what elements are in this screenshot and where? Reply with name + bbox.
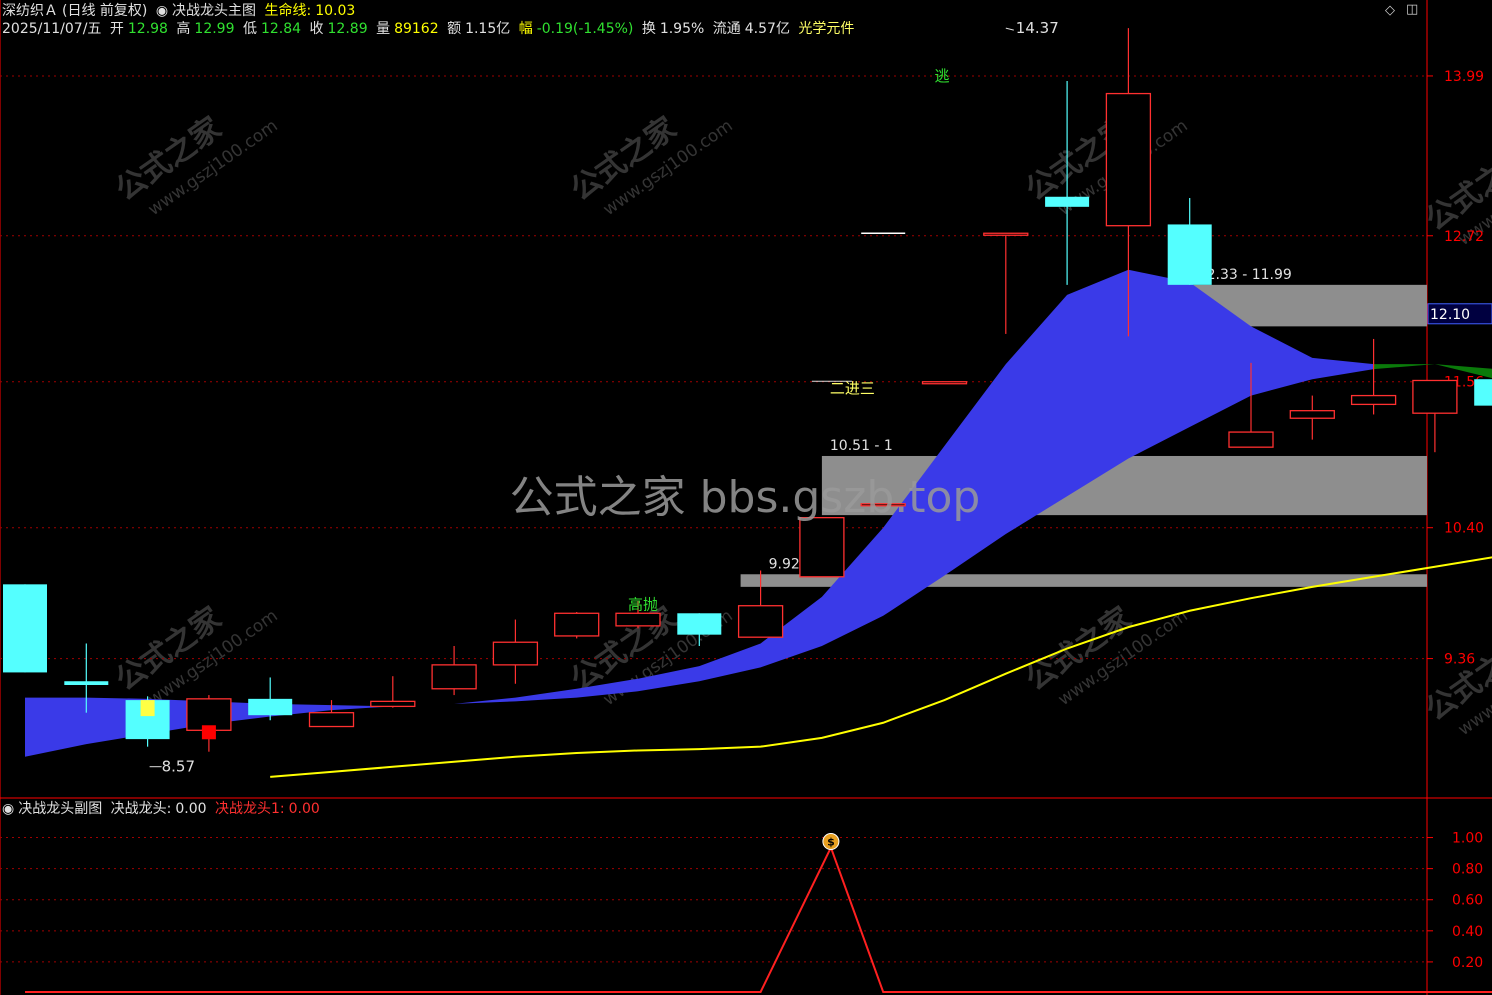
main-tick-label: 13.99 [1444,69,1484,85]
series1-value: 0.00 [175,801,207,817]
sector-label[interactable]: 光学元件 [798,21,854,37]
main-tick-label: 12.72 [1444,229,1484,245]
low-label: 低 [242,21,257,37]
range-label: 幅 [518,21,533,37]
signal-square-yellow [140,700,155,717]
chart-annotation: 14.37 [1016,19,1059,37]
low-value: 12.84 [260,21,302,37]
close-value: 12.89 [327,21,368,37]
watermark-tile: 公式之家www.gszj100.com [109,111,281,220]
amount-label: 额 [447,21,462,37]
close-label: 收 [309,21,324,37]
stock-name[interactable]: 深纺织Ａ [2,3,58,19]
current-price-label: 12.10 [1430,307,1470,323]
main-indicator-name[interactable]: 决战龙头主图 [172,3,256,19]
high-value: 12.99 [194,21,235,37]
candle-body [1350,394,1397,406]
sub-tick-label: 0.20 [1452,955,1483,971]
candle-body [370,700,416,708]
sub-tick-label: 0.60 [1452,893,1483,909]
sub-tick-label: 0.40 [1452,924,1483,940]
candle-body [1289,410,1335,419]
watermark-tile: 公式之家www.gszj100.com [564,111,736,220]
range-value: -0.19(-1.45%) [536,21,634,37]
money-bag-symbol: $ [827,836,835,849]
chart-annotation: 二进三 [830,379,875,397]
diamond-icon[interactable]: ◇ [1385,3,1395,18]
float-label: 流通 [712,21,741,37]
candle-body [737,605,784,638]
candle-body [248,698,293,716]
chart-annotation: 逃 [935,67,950,85]
candle-body [431,664,477,690]
candle-body [921,381,968,385]
signal-square-red [201,725,216,740]
high-marker [1005,27,1014,31]
candle-body [615,612,661,627]
sub-tick-label: 1.00 [1452,831,1483,847]
series1-label: 决战龙头: [110,801,172,817]
series2-value: 0.00 [288,801,320,817]
zone-label: 12.33 - 11.99 [1198,267,1292,283]
sub-indicator-name[interactable]: 决战龙头副图 [18,801,102,817]
center-watermark: 公式之家 bbs.gszb.top [510,472,981,523]
candle-body [64,681,109,686]
window-toggle-icon[interactable]: ◫ [1406,2,1418,17]
candle-body [1412,379,1458,414]
period-label[interactable]: (日线 前复权) [62,3,147,19]
candle-body [1045,196,1090,207]
watermark-tile: 公式之家www.gszj100.com [1419,631,1492,740]
amount-value: 1.15亿 [465,21,511,37]
sub-signal-line [25,844,1492,993]
candle-body [799,516,845,578]
candle-body [1228,431,1274,448]
candle-body [1167,224,1212,285]
candle-body [3,584,47,673]
volume-value: 89162 [394,21,439,37]
high-label: 高 [176,21,191,37]
sub-header: ◉ 决战龙头副图 决战龙头: 0.00 决战龙头1: 0.00 [2,800,324,818]
volume-label: 量 [376,21,391,37]
series2-label: 决战龙头1: [215,801,285,817]
chart-annotation: 8.57 [162,758,195,776]
candle-body [1105,92,1152,227]
candle-body [308,712,355,728]
candle-body [554,612,600,637]
chart-annotation: 高抛 [628,596,658,614]
sub-indicator-toggle-icon[interactable]: ◉ [2,801,14,817]
watermark-tile: 公式之家www.gszj100.com [1019,601,1191,710]
quote-date: 2025/11/07/五 [2,21,102,37]
candle-body [677,613,722,635]
quote-bar: 2025/11/07/五 开 12.98 高 12.99 低 12.84 收 12.89… [2,20,858,38]
candle-body [1474,379,1492,406]
life-line-label: 生命线: [264,3,312,19]
turnover-label: 换 [641,21,656,37]
main-header: 深纺织Ａ (日线 前复权) ◉ 决战龙头主图 生命线: 10.03 [2,2,359,20]
life-line-value: 10.03 [315,3,356,19]
turnover-value: 1.95% [659,21,705,37]
sub-tick-label: 0.80 [1452,862,1483,878]
float-value: 4.57亿 [744,21,790,37]
indicator-toggle-icon[interactable]: ◉ [156,3,168,19]
main-tick-label: 9.36 [1444,652,1475,668]
candle-body [492,641,539,666]
open-label: 开 [109,21,124,37]
zone-label: 10.51 - 1 [830,438,893,454]
candle-body [983,232,1029,236]
main-tick-label: 10.40 [1444,521,1484,537]
watermark-tile: 公式之家www.gszj100.com [109,601,281,710]
chart-canvas: 公式之家www.gszj100.com 公式之家www.gszj100.com 公式… [0,0,1492,995]
open-value: 12.98 [127,21,168,37]
